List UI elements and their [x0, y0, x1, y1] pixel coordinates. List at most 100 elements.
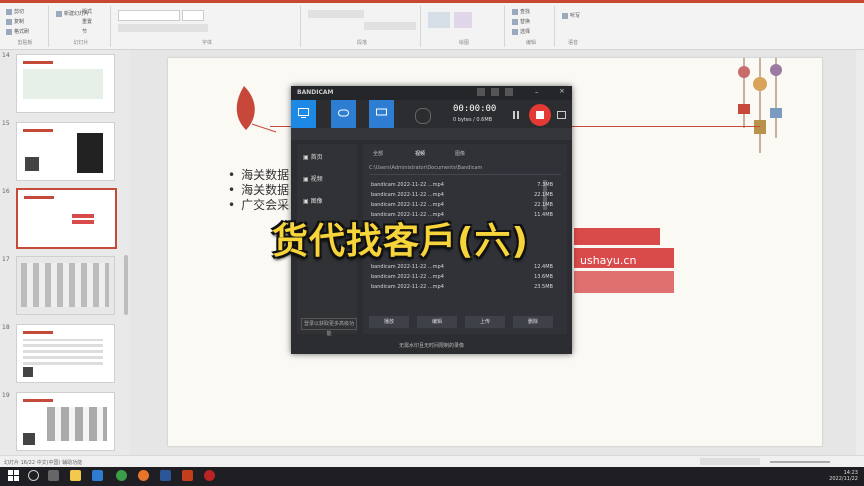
thumb-number: 19: [2, 392, 10, 399]
file-row[interactable]: bandicam 2022-11-22 ...mp4 12.4MB: [371, 264, 553, 272]
firefox-icon[interactable]: [138, 470, 149, 481]
cut-button[interactable]: 剪切: [6, 8, 24, 16]
tab-video[interactable]: 视频: [415, 150, 425, 157]
paragraph-group-label: 段落: [356, 40, 367, 46]
find-icon: [512, 8, 518, 15]
chrome-icon[interactable]: [116, 470, 127, 481]
edge-icon[interactable]: [92, 470, 103, 481]
play-button[interactable]: 播放: [369, 316, 409, 328]
task-view-icon[interactable]: [48, 470, 59, 481]
format-painter-button[interactable]: 格式刷: [6, 28, 29, 36]
delete-button[interactable]: 删除: [513, 316, 553, 328]
canvas-scrollbar[interactable]: [856, 50, 864, 455]
word-icon[interactable]: [160, 470, 171, 481]
screen-icon: [298, 108, 309, 118]
file-explorer-icon[interactable]: [70, 470, 81, 481]
zoom-slider[interactable]: [770, 461, 830, 463]
thumb-number: 16: [2, 188, 10, 195]
powerpoint-icon[interactable]: [182, 470, 193, 481]
edit-button[interactable]: 编辑: [417, 316, 457, 328]
thumbnail-scrollbar[interactable]: [124, 255, 128, 315]
file-row[interactable]: bandicam 2022-11-22 ...mp4 7.3MB: [371, 182, 553, 190]
gear-icon[interactable]: [491, 88, 499, 96]
copy-button[interactable]: 复制: [6, 18, 24, 26]
font-size-select[interactable]: [182, 10, 204, 21]
game-mode-button[interactable]: [331, 100, 356, 128]
brush-icon: [6, 28, 12, 35]
scissors-icon: [6, 8, 12, 15]
file-row[interactable]: bandicam 2022-11-22 ...mp4 22.1MB: [371, 202, 553, 210]
hdmi-icon: [376, 108, 387, 116]
home-icon[interactable]: [477, 88, 485, 96]
slide-thumbnail[interactable]: [16, 256, 115, 315]
find-button[interactable]: 查找: [512, 8, 530, 16]
file-row[interactable]: bandicam 2022-11-22 ...mp4 13.6MB: [371, 274, 553, 282]
screenshot-icon[interactable]: [557, 111, 566, 119]
hanging-charms-decoration-icon: [738, 58, 782, 153]
thumb-content: [23, 69, 103, 99]
info-icon[interactable]: [505, 88, 513, 96]
editing-group-label: 编辑: [525, 40, 536, 46]
close-icon[interactable]: ×: [559, 87, 565, 95]
thumb-number: 17: [2, 256, 10, 263]
font-group-label: 字体: [201, 40, 212, 46]
paragraph-group: 段落: [304, 6, 421, 47]
pause-icon[interactable]: [513, 111, 519, 119]
webcam-icon[interactable]: [415, 108, 431, 124]
view-buttons[interactable]: [700, 458, 760, 465]
upload-button[interactable]: 上传: [465, 316, 505, 328]
bullet-item: 广交会采: [228, 198, 289, 213]
select-button[interactable]: 选择: [512, 28, 530, 36]
voice-group-label: 语音: [567, 40, 578, 46]
replace-button[interactable]: 替换: [512, 18, 530, 26]
slide-thumbnail[interactable]: [16, 122, 115, 181]
thumb-title-bar: [23, 399, 53, 402]
record-stop-button[interactable]: [529, 104, 551, 126]
align-buttons[interactable]: [364, 22, 416, 30]
file-row[interactable]: bandicam 2022-11-22 ...mp4 22.1MB: [371, 192, 553, 200]
thumb-qr-code: [25, 157, 39, 171]
start-icon[interactable]: [8, 470, 19, 481]
tab-all[interactable]: 全部: [373, 150, 383, 157]
slide-thumbnail[interactable]: [16, 324, 115, 383]
nav-image[interactable]: ▣ 图像: [303, 196, 323, 205]
font-name-select[interactable]: [118, 10, 180, 21]
layout-button[interactable]: 版式: [82, 8, 92, 16]
bullet-item: 海关数据: [228, 183, 289, 198]
folder-path[interactable]: C:\Users\Administrator\Documents\Bandica…: [369, 162, 561, 175]
recorder-title-bar: BANDICAM – ×: [291, 86, 572, 100]
recorder-footer-note[interactable]: 无需水印且无时间限制的录像: [291, 338, 572, 354]
search-icon[interactable]: [28, 470, 39, 481]
thumb-title-bar: [23, 61, 53, 64]
system-clock[interactable]: 14:23 2022/11/22: [829, 470, 858, 482]
thumb-number: 15: [2, 120, 10, 127]
dictate-button[interactable]: 听写: [562, 12, 580, 20]
tab-image[interactable]: 图像: [455, 150, 465, 157]
upgrade-link[interactable]: 登录以获取更多高级功能: [301, 318, 357, 337]
arrange-button[interactable]: [454, 12, 472, 28]
voice-group: 听写 语音: [558, 6, 588, 47]
screen-mode-button[interactable]: [291, 100, 316, 128]
font-group: 字体: [114, 6, 301, 47]
device-mode-button[interactable]: [369, 100, 394, 128]
ribbon: 剪切 复制 格式刷 剪贴板 新建幻灯片 版式 重置 节 幻灯片 字体 段落 绘图…: [0, 3, 864, 50]
file-row[interactable]: bandicam 2022-11-22 ...mp4 23.5MB: [371, 284, 553, 292]
slides-group: 新建幻灯片 版式 重置 节 幻灯片: [52, 6, 111, 47]
section-button[interactable]: 节: [82, 28, 87, 36]
red-banner: [574, 271, 674, 293]
minimize-icon[interactable]: –: [535, 88, 539, 96]
font-style-buttons[interactable]: [118, 24, 208, 32]
select-icon: [512, 28, 518, 35]
slide-thumbnail[interactable]: [16, 54, 115, 113]
thumb-content: [23, 339, 103, 365]
bullet-list: 海关数据 海关数据 广交会采: [228, 168, 289, 213]
slide-thumbnail-selected[interactable]: [16, 188, 117, 249]
video-caption-overlay: 货代找客戶(六): [272, 221, 529, 262]
reset-button[interactable]: 重置: [82, 18, 92, 26]
list-buttons[interactable]: [308, 10, 364, 18]
slide-thumbnail[interactable]: [16, 392, 115, 451]
nav-home[interactable]: ▣ 首页: [303, 152, 323, 161]
bandicam-taskbar-icon[interactable]: [204, 470, 215, 481]
shapes-gallery[interactable]: [428, 12, 450, 28]
nav-video[interactable]: ▣ 视频: [303, 174, 323, 183]
